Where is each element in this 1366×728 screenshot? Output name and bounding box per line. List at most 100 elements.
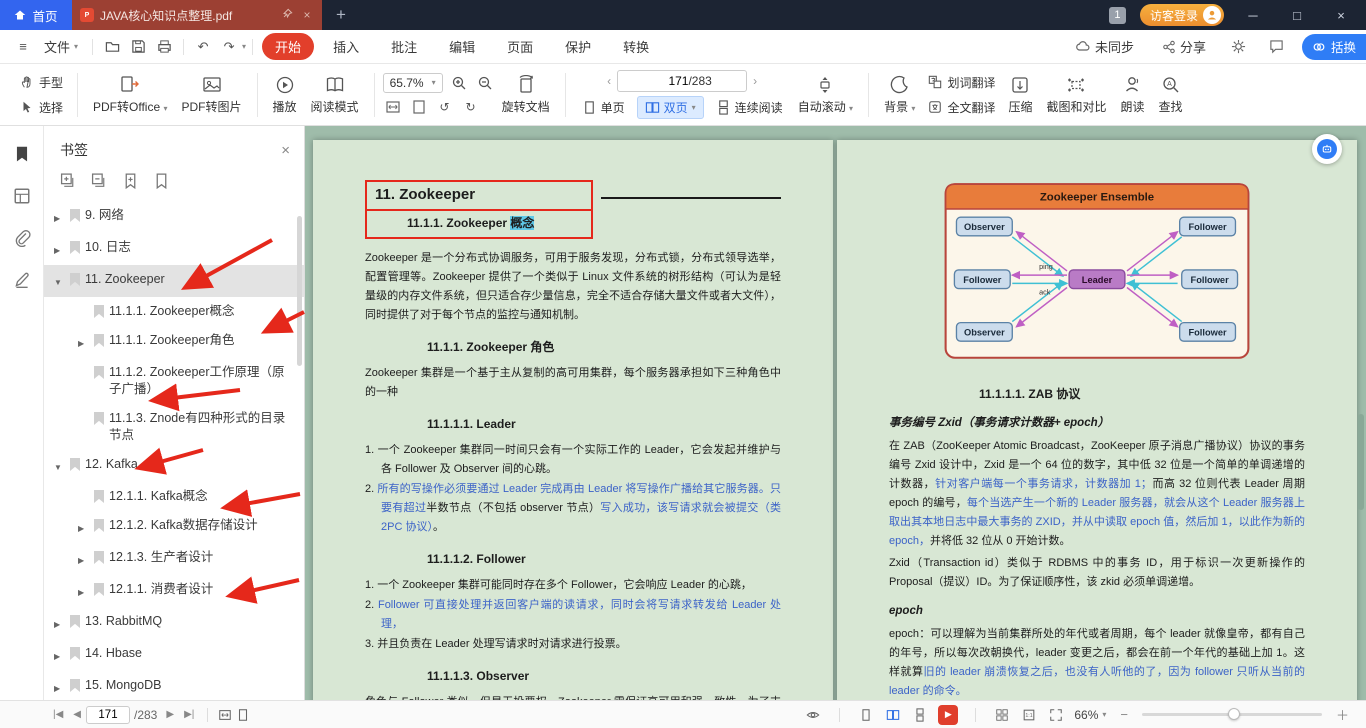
compress-button[interactable]: 压缩	[1001, 71, 1039, 119]
sync-status[interactable]: 未同步	[1067, 37, 1142, 56]
tab-insert[interactable]: 插入	[320, 33, 372, 60]
minimize-button[interactable]: ─	[1238, 8, 1268, 23]
close-panel-icon[interactable]: ×	[281, 142, 290, 159]
document-view[interactable]: 11. Zookeeper 11.1.1. Zookeeper 概念 Zooke…	[305, 126, 1366, 700]
document-tab[interactable]: P JAVA核心知识点整理.pdf ×	[72, 0, 322, 30]
bookmark-item[interactable]: 9. 网络	[44, 201, 304, 233]
expand-arrow-icon[interactable]	[78, 332, 89, 352]
tab-comment[interactable]: 批注	[378, 33, 430, 60]
ai-assistant-button[interactable]	[1312, 134, 1342, 164]
skin-switch-button[interactable]: 括换	[1301, 33, 1366, 60]
tab-convert[interactable]: 转换	[610, 33, 662, 60]
double-page-button[interactable]: 双页 ▾	[636, 96, 704, 119]
pdf-to-image-button[interactable]: PDF转图片	[175, 71, 249, 119]
hamburger-menu-icon[interactable]: ≡	[14, 38, 32, 56]
double-page-status-button[interactable]	[884, 706, 902, 724]
expand-arrow-icon[interactable]	[54, 645, 65, 665]
redo-icon[interactable]: ↷	[220, 38, 238, 56]
tab-protect[interactable]: 保护	[552, 33, 604, 60]
hand-tool-button[interactable]: 手型	[14, 72, 69, 93]
rotate-document-button[interactable]: 旋转文档	[495, 71, 557, 119]
zoom-slider-thumb[interactable]	[1228, 708, 1241, 720]
zoom-out-status-button[interactable]: −	[1115, 707, 1133, 722]
bookmark-item[interactable]: 11.1.3. Znode有四种形式的目录节点	[44, 404, 304, 450]
notification-badge[interactable]: 1	[1108, 6, 1126, 24]
bookmark-item[interactable]: 11.1.2. Zookeeper工作原理（原子广播）	[44, 358, 304, 404]
tab-edit[interactable]: 编辑	[436, 33, 488, 60]
bookmark-item[interactable]: 12.1.2. Kafka数据存储设计	[44, 511, 304, 543]
expand-arrow-icon[interactable]	[78, 549, 89, 569]
feedback-chat-icon[interactable]	[1268, 38, 1286, 56]
home-tab[interactable]: 首页	[0, 0, 72, 30]
prev-page-arrow[interactable]: ‹	[607, 74, 611, 88]
bookmark-item[interactable]: 12. Kafka	[44, 450, 304, 482]
expand-arrow-icon[interactable]	[54, 207, 65, 227]
prev-page-button[interactable]: ◀	[68, 709, 86, 720]
file-menu[interactable]: 文件 ▾	[36, 30, 86, 63]
bookmarks-panel-icon[interactable]	[12, 144, 32, 164]
next-page-button[interactable]: ▶	[161, 709, 179, 720]
thumbnail-grid-button[interactable]	[993, 706, 1011, 724]
content-scrollbar[interactable]	[1358, 414, 1364, 510]
bookmark-item[interactable]: 12.1.3. 生产者设计	[44, 543, 304, 575]
auto-scroll-button[interactable]: 自动滚动 ▾	[791, 71, 860, 119]
pdf-to-office-button[interactable]: PDF转Office ▾	[86, 71, 175, 119]
annotations-panel-icon[interactable]	[12, 270, 32, 290]
maximize-button[interactable]: □	[1282, 8, 1312, 23]
print-icon[interactable]	[155, 38, 173, 56]
expand-arrow-icon[interactable]	[78, 581, 89, 601]
attachments-panel-icon[interactable]	[12, 228, 32, 248]
pdf-page-left[interactable]: 11. Zookeeper 11.1.1. Zookeeper 概念 Zooke…	[313, 140, 833, 700]
open-file-icon[interactable]	[103, 38, 121, 56]
first-page-button[interactable]: |◀	[48, 709, 68, 720]
rotate-right-icon[interactable]: ↻	[461, 97, 481, 117]
bookmark-item[interactable]: 11.1.1. Zookeeper概念	[44, 297, 304, 326]
settings-gear-icon[interactable]	[1230, 38, 1248, 56]
expand-arrow-icon[interactable]	[54, 613, 65, 633]
pdf-page-right[interactable]: Zookeeper Ensemble ping ack Observer Fol…	[837, 140, 1357, 700]
read-mode-button[interactable]: 阅读模式	[304, 71, 366, 119]
bookmark-item[interactable]: 14. Hbase	[44, 639, 304, 671]
tab-page[interactable]: 页面	[494, 33, 546, 60]
expand-arrow-icon[interactable]	[78, 517, 89, 537]
page-number-box[interactable]: /283	[617, 70, 748, 92]
full-translate-button[interactable]: 全文翻译	[922, 97, 1001, 118]
bookmark-item[interactable]: 11. Zookeeper	[44, 265, 304, 297]
fit-width-status-button[interactable]	[216, 706, 234, 724]
zoom-slider[interactable]	[1141, 708, 1322, 720]
collapse-all-icon[interactable]	[91, 172, 108, 189]
zoom-level-select[interactable]: 66% ▾	[1074, 708, 1106, 722]
continuous-read-button[interactable]: 连续阅读	[708, 96, 791, 119]
presentation-play-button[interactable]: ▶	[938, 704, 959, 725]
expand-arrow-icon[interactable]	[54, 456, 65, 476]
fit-page-status-button[interactable]	[234, 706, 252, 724]
expand-arrow-icon[interactable]	[54, 239, 65, 259]
fullscreen-button[interactable]	[1047, 706, 1065, 724]
play-slideshow-button[interactable]: 播放	[266, 71, 304, 119]
close-window-button[interactable]: ×	[1326, 8, 1356, 23]
undo-icon[interactable]: ↶	[194, 38, 212, 56]
zoom-in-button[interactable]	[449, 73, 469, 93]
share-button[interactable]: 分享	[1154, 37, 1214, 56]
continuous-status-button[interactable]	[911, 706, 929, 724]
bookmark-item[interactable]: 13. RabbitMQ	[44, 607, 304, 639]
bookmark-item[interactable]: 12.1.1. 消费者设计	[44, 575, 304, 607]
screenshot-compare-button[interactable]: 截图和对比	[1039, 71, 1113, 119]
single-page-button[interactable]: 单页	[574, 96, 633, 119]
expand-arrow-icon[interactable]	[54, 271, 65, 291]
fit-width-icon[interactable]	[383, 97, 403, 117]
guest-login-button[interactable]: 访客登录	[1139, 4, 1224, 26]
read-aloud-button[interactable]: 朗读	[1113, 71, 1151, 119]
background-button[interactable]: 背景 ▾	[877, 71, 922, 119]
bookmark-item[interactable]: 12.1.1. Kafka概念	[44, 482, 304, 511]
bookmarks-scrollbar[interactable]	[297, 216, 302, 366]
expand-all-icon[interactable]	[60, 172, 77, 189]
status-page-input[interactable]	[86, 705, 130, 724]
history-chevron-icon[interactable]: ▾	[242, 42, 246, 51]
pin-tab-icon[interactable]	[280, 8, 294, 22]
edit-bookmark-icon[interactable]	[153, 172, 170, 189]
save-icon[interactable]	[129, 38, 147, 56]
bookmark-item[interactable]: 10. 日志	[44, 233, 304, 265]
rotate-left-icon[interactable]: ↺	[435, 97, 455, 117]
hide-panels-button[interactable]	[804, 706, 822, 724]
